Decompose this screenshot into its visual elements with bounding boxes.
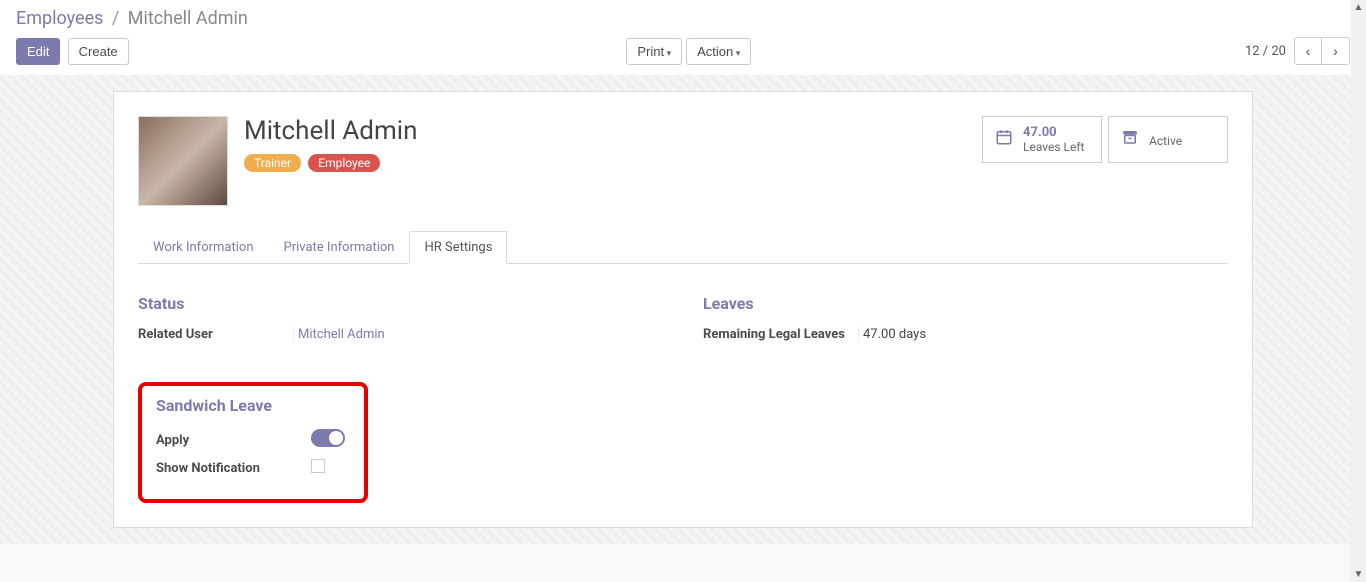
tab-private-information[interactable]: Private Information <box>269 231 410 264</box>
scrollbar[interactable]: ▲ ▼ <box>1351 0 1366 582</box>
label-show-notification: Show Notification <box>156 461 311 476</box>
stat-active[interactable]: Active <box>1108 116 1228 163</box>
pager-next-button[interactable]: › <box>1322 37 1350 65</box>
archive-icon <box>1121 128 1139 151</box>
tabs: Work Information Private Information HR … <box>138 230 1228 264</box>
form-sheet: Mitchell Admin Trainer Employee <box>113 91 1253 528</box>
breadcrumb-current: Mitchell Admin <box>128 8 248 29</box>
stat-leaves-left[interactable]: 47.00 Leaves Left <box>982 116 1102 163</box>
breadcrumb-separator: / <box>112 8 119 29</box>
tag-trainer: Trainer <box>244 154 301 172</box>
section-title-leaves: Leaves <box>703 294 1228 313</box>
avatar <box>138 116 228 206</box>
checkbox-show-notification[interactable] <box>311 459 325 473</box>
scroll-up-icon[interactable]: ▲ <box>1351 0 1366 15</box>
action-dropdown[interactable]: Action <box>686 38 751 65</box>
section-title-status: Status <box>138 294 663 313</box>
tab-hr-settings[interactable]: HR Settings <box>409 231 507 264</box>
value-related-user[interactable]: Mitchell Admin <box>293 327 663 342</box>
employee-name: Mitchell Admin <box>244 116 417 146</box>
pager-count: 12 / 20 <box>1245 44 1286 59</box>
value-remaining-leaves: 47.00 days <box>858 327 1228 342</box>
pager-prev-button[interactable]: ‹ <box>1294 37 1322 65</box>
sandwich-leave-section: Sandwich Leave Apply Show Notification <box>138 382 368 503</box>
print-dropdown[interactable]: Print <box>626 38 682 65</box>
breadcrumb: Employees / Mitchell Admin <box>16 8 1350 29</box>
label-remaining-leaves: Remaining Legal Leaves <box>703 327 858 342</box>
label-apply: Apply <box>156 433 311 448</box>
label-related-user: Related User <box>138 327 293 342</box>
toggle-apply[interactable] <box>311 429 345 447</box>
calendar-icon <box>995 128 1013 151</box>
create-button[interactable]: Create <box>68 38 129 65</box>
breadcrumb-root-link[interactable]: Employees <box>16 8 103 29</box>
edit-button[interactable]: Edit <box>16 38 60 65</box>
scroll-down-icon[interactable]: ▼ <box>1351 567 1366 582</box>
tab-work-information[interactable]: Work Information <box>138 231 269 264</box>
stat-active-label: Active <box>1149 134 1182 148</box>
stat-leaves-label: Leaves Left <box>1023 140 1084 154</box>
tag-employee: Employee <box>308 154 380 172</box>
section-title-sandwich: Sandwich Leave <box>156 396 350 415</box>
stat-leaves-value: 47.00 <box>1023 125 1084 140</box>
